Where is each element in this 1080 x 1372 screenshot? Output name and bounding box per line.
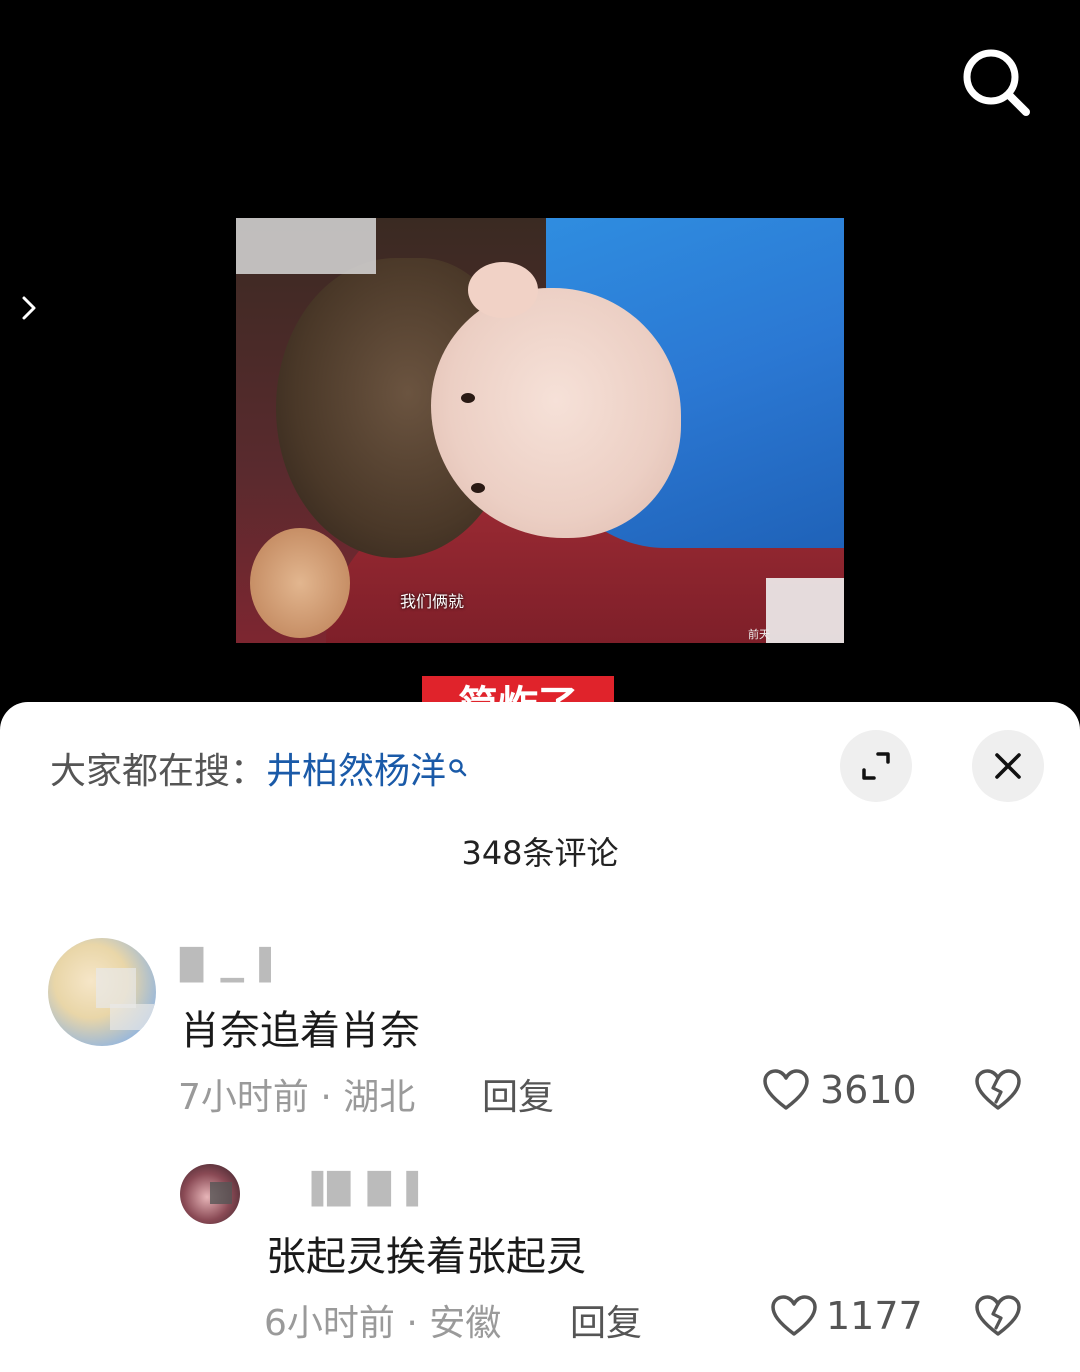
broken-heart-icon bbox=[975, 1295, 1021, 1336]
comment-text: 张起灵挨着张起灵 bbox=[266, 1234, 586, 1280]
eye bbox=[461, 393, 475, 403]
mosaic-patch bbox=[96, 968, 136, 1008]
mosaic-patch bbox=[210, 1182, 232, 1204]
eye bbox=[471, 483, 485, 493]
heart-outline-icon bbox=[771, 1295, 817, 1336]
username[interactable]: ▐█ █▐ bbox=[300, 1172, 422, 1207]
expand-icon bbox=[862, 752, 890, 780]
dislike-button[interactable] bbox=[974, 1294, 1022, 1342]
expand-button[interactable] bbox=[840, 730, 912, 802]
trending-search-term[interactable]: 井柏然杨洋 bbox=[266, 751, 446, 792]
comment-count: 348条评论 bbox=[461, 834, 619, 872]
search-icon[interactable] bbox=[958, 44, 1034, 120]
second-face bbox=[250, 528, 350, 638]
mosaic-patch bbox=[110, 1004, 154, 1030]
avatar[interactable] bbox=[180, 1164, 240, 1224]
username[interactable]: █ ▁▐ bbox=[180, 948, 275, 983]
comment-meta: 6小时前 · 安徽 bbox=[264, 1303, 502, 1344]
like-button[interactable] bbox=[770, 1294, 818, 1342]
trending-label: 大家都在搜： bbox=[50, 751, 267, 792]
ear bbox=[468, 262, 538, 318]
trending-search: 大家都在搜：井柏然杨洋 bbox=[50, 742, 468, 794]
avatar[interactable] bbox=[48, 938, 156, 1046]
reply-button[interactable]: 回复 bbox=[482, 1068, 554, 1120]
video-subtitle: 我们俩就 bbox=[400, 592, 465, 611]
reply-button[interactable]: 回复 bbox=[570, 1294, 642, 1346]
comment-location: 安徽 bbox=[429, 1303, 502, 1344]
comment-time: 7小时前 bbox=[178, 1077, 309, 1118]
like-button[interactable] bbox=[762, 1068, 810, 1116]
broken-heart-icon bbox=[975, 1069, 1021, 1110]
video-corner-text: 前天 bbox=[748, 628, 770, 641]
dislike-button[interactable] bbox=[974, 1068, 1022, 1116]
video-player[interactable]: 我们俩就 前天 简炸了 bbox=[0, 0, 1080, 720]
blur-patch bbox=[236, 218, 376, 274]
close-button[interactable] bbox=[972, 730, 1044, 802]
heart-outline-icon bbox=[763, 1069, 809, 1110]
comment-sheet: 大家都在搜：井柏然杨洋 348条评论 █ ▁▐ 肖奈追着肖奈 7小时前 · 湖北 bbox=[0, 702, 1080, 1372]
like-count: 1177 bbox=[826, 1294, 923, 1338]
video-frame: 我们俩就 前天 bbox=[236, 218, 844, 643]
comment-location: 湖北 bbox=[343, 1077, 416, 1118]
comment-meta: 7小时前 · 湖北 bbox=[178, 1077, 416, 1118]
comment-text: 肖奈追着肖奈 bbox=[180, 1008, 420, 1054]
close-icon bbox=[995, 753, 1021, 779]
comment-time: 6小时前 bbox=[264, 1303, 395, 1344]
like-count: 3610 bbox=[820, 1068, 917, 1112]
chevron-right-icon[interactable] bbox=[16, 292, 44, 324]
search-icon[interactable] bbox=[448, 746, 468, 787]
